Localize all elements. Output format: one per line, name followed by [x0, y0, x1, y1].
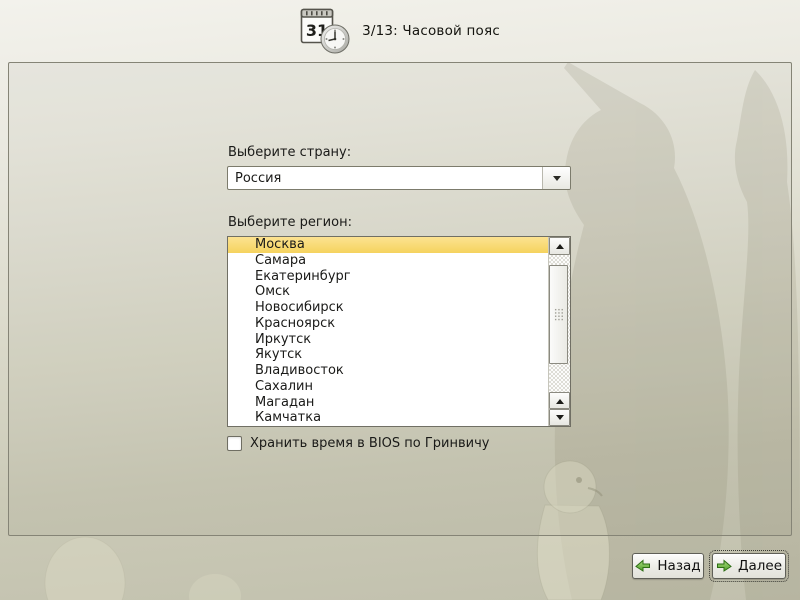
- region-list-item[interactable]: Камчатка: [228, 410, 548, 426]
- region-list: МоскваСамараЕкатеринбургОмскНовосибирскК…: [228, 237, 548, 426]
- region-listbox[interactable]: МоскваСамараЕкатеринбургОмскНовосибирскК…: [227, 236, 571, 427]
- bios-gmt-option: Хранить время в BIOS по Гринвичу: [227, 436, 489, 451]
- region-list-item[interactable]: Сахалин: [228, 379, 548, 395]
- region-list-item[interactable]: Самара: [228, 253, 548, 269]
- region-list-scrollbar[interactable]: [548, 237, 570, 426]
- country-dropdown[interactable]: Россия: [227, 166, 571, 190]
- region-label: Выберите регион:: [228, 215, 352, 230]
- scroll-up-button[interactable]: [549, 237, 570, 255]
- region-list-item[interactable]: Новосибирск: [228, 300, 548, 316]
- next-button[interactable]: Далее: [712, 553, 786, 579]
- page-title: 3/13: Часовой пояс: [362, 23, 500, 39]
- region-list-item[interactable]: Омск: [228, 284, 548, 300]
- calendar-clock-icon: 31: [300, 6, 352, 56]
- back-button[interactable]: Назад: [632, 553, 704, 579]
- region-list-item[interactable]: Якутск: [228, 347, 548, 363]
- back-button-label: Назад: [657, 558, 700, 574]
- scroll-down-button[interactable]: [549, 409, 570, 426]
- country-dropdown-value: Россия: [228, 167, 542, 189]
- chevron-down-icon: [553, 176, 561, 185]
- arrow-right-icon: [716, 559, 732, 574]
- next-button-label: Далее: [738, 558, 782, 574]
- bios-gmt-label: Хранить время в BIOS по Гринвичу: [250, 436, 489, 451]
- arrow-down-icon: [556, 415, 564, 424]
- region-list-item[interactable]: Москва: [228, 237, 548, 253]
- arrow-left-icon: [635, 559, 651, 574]
- scrollbar-thumb[interactable]: [549, 265, 568, 364]
- region-list-item[interactable]: Красноярск: [228, 316, 548, 332]
- country-label: Выберите страну:: [228, 145, 351, 160]
- arrow-up-icon: [556, 240, 564, 249]
- scrollbar-trough[interactable]: [549, 255, 570, 392]
- country-dropdown-button[interactable]: [542, 167, 570, 189]
- scroll-up-button-secondary[interactable]: [549, 392, 570, 409]
- region-list-item[interactable]: Магадан: [228, 395, 548, 411]
- scrollbar-grip: [554, 308, 564, 321]
- bios-gmt-checkbox[interactable]: [227, 436, 242, 451]
- region-list-item[interactable]: Иркутск: [228, 332, 548, 348]
- region-list-item[interactable]: Екатеринбург: [228, 269, 548, 285]
- arrow-up-icon: [556, 395, 564, 404]
- region-list-item[interactable]: Владивосток: [228, 363, 548, 379]
- wizard-header: 31 3/13: Часовой пояс: [0, 0, 800, 62]
